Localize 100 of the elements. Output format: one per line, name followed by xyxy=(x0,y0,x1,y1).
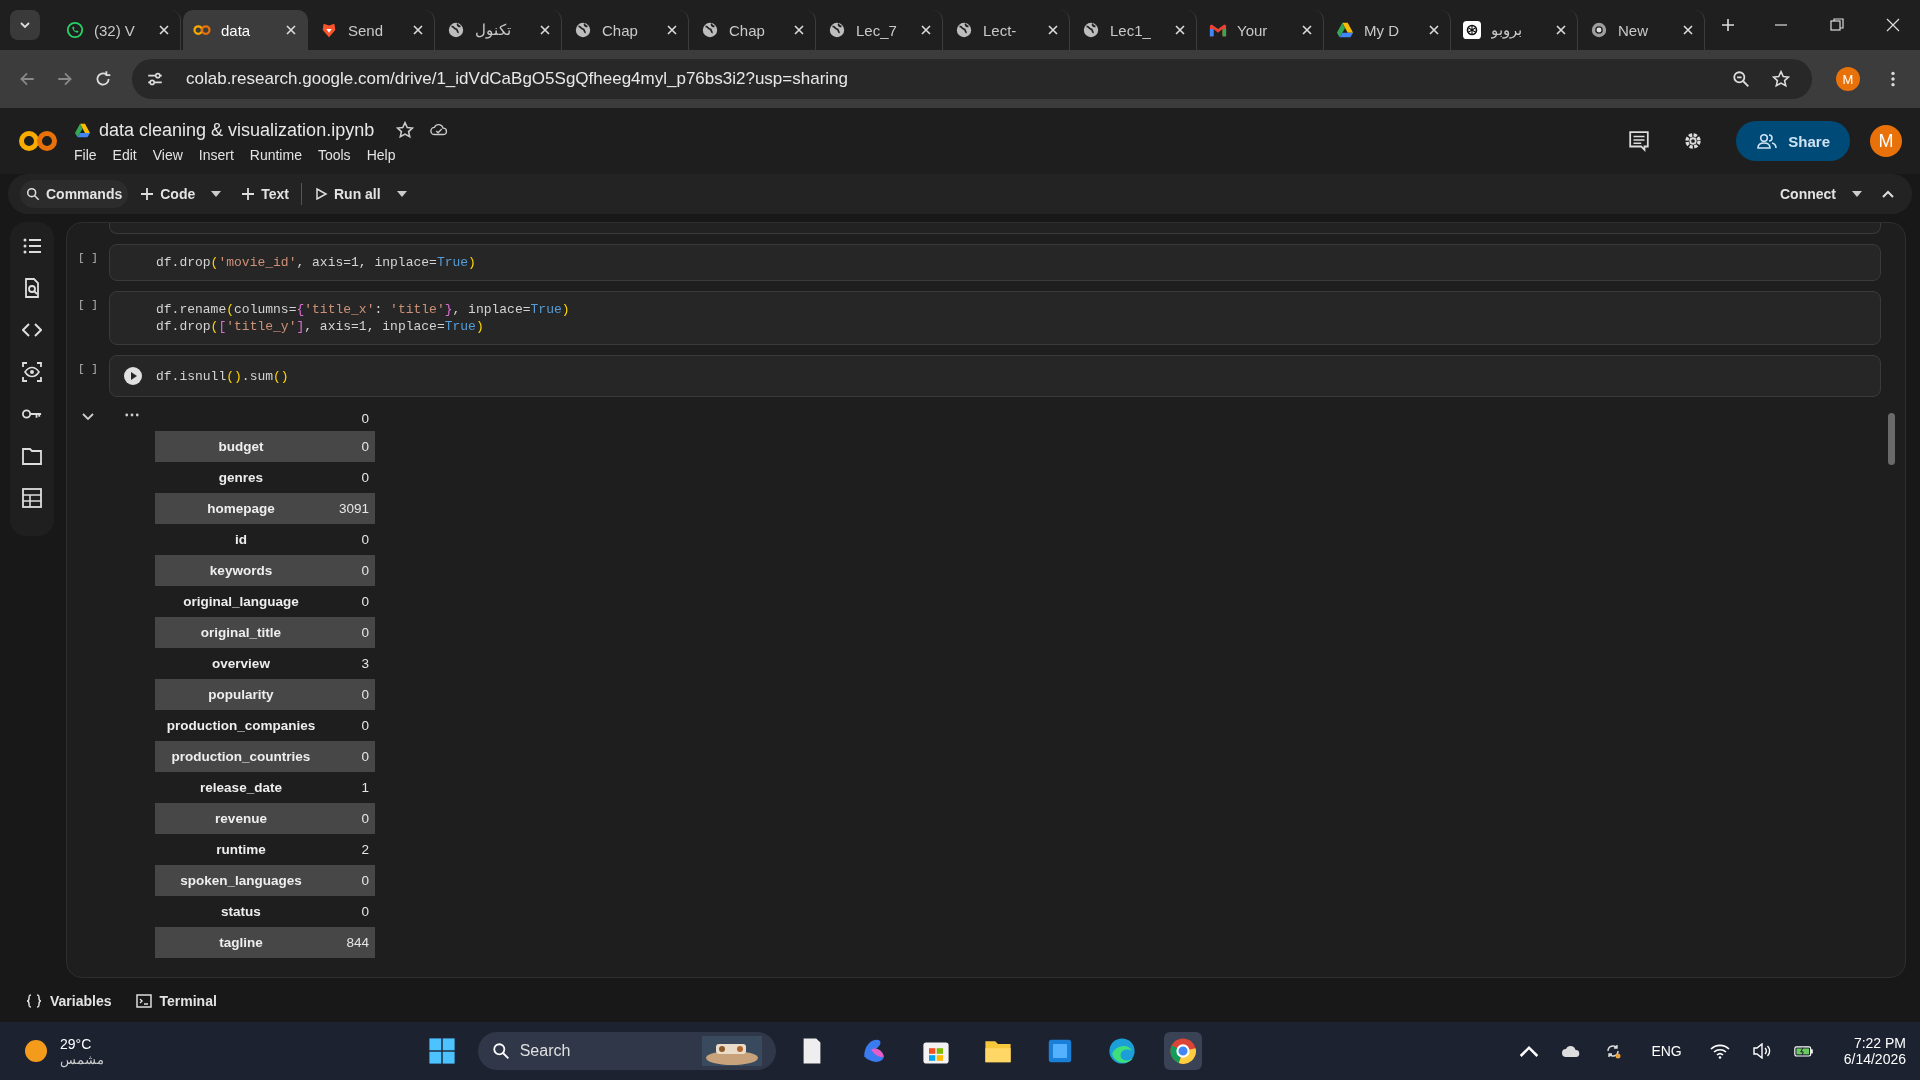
scrollbar-thumb[interactable] xyxy=(1888,413,1895,465)
add-code-button[interactable]: Code xyxy=(134,180,202,208)
chrome-logo-icon xyxy=(1590,21,1608,39)
site-settings-icon[interactable] xyxy=(146,70,164,88)
code-cell[interactable]: df.isnull().sum() xyxy=(109,355,1881,397)
globe-icon xyxy=(447,21,465,39)
tab-title: data xyxy=(221,21,252,39)
execution-count: [ ] xyxy=(77,251,99,266)
menu-item[interactable]: Tools xyxy=(317,146,351,163)
tab-title: New xyxy=(1618,21,1649,39)
row-label: budget xyxy=(217,439,265,454)
menu-item[interactable]: File xyxy=(74,146,97,163)
run-all-button[interactable]: Run all xyxy=(308,180,387,208)
terminal-button[interactable]: Terminal xyxy=(131,989,221,1013)
weather-condition: مشمس xyxy=(60,1051,104,1067)
collapse-icon[interactable] xyxy=(1882,190,1894,198)
code-cell[interactable]: df.rename(columns={'title_x': 'title'}, inplace=True) df.drop(['title_y'], axis=1, inplace=True) xyxy=(109,291,1881,345)
eye-icon[interactable] xyxy=(22,362,42,382)
notebook-title[interactable]: data cleaning & visualization.ipynb xyxy=(99,119,375,141)
row-label: popularity xyxy=(207,687,275,702)
row-label: original_language xyxy=(182,594,300,609)
close-icon[interactable] xyxy=(1174,24,1186,36)
menu-item[interactable]: Help xyxy=(366,146,396,163)
close-icon[interactable] xyxy=(1555,24,1567,36)
menu-item[interactable]: Insert xyxy=(198,146,234,163)
close-icon[interactable] xyxy=(539,24,551,36)
close-icon[interactable] xyxy=(793,24,805,36)
table-cell-text: 0 xyxy=(360,439,370,454)
address-bar[interactable]: colab.research.google.com/drive/1_idVdCaBgO5SgQfheeg4myl_p76bs3i2?usp=sharing xyxy=(132,59,1812,99)
tab-search-button[interactable] xyxy=(10,10,40,40)
row-label: status xyxy=(220,904,262,919)
table-cell-text: 0 xyxy=(360,749,370,764)
table-cell-text: 0 xyxy=(360,687,370,702)
close-icon[interactable] xyxy=(1301,24,1313,36)
variables-button[interactable]: Variables xyxy=(22,989,116,1013)
close-icon[interactable] xyxy=(1047,24,1059,36)
close-icon[interactable] xyxy=(920,24,932,36)
chevron-down-icon xyxy=(19,19,31,31)
row-label: overview xyxy=(211,656,271,671)
globe-icon xyxy=(1082,21,1100,39)
chrome-logo-icon[interactable] xyxy=(1163,1032,1202,1070)
row-label: keywords xyxy=(208,563,274,578)
clock-time[interactable]: 7:22 PM xyxy=(1853,1035,1906,1051)
braces-icon xyxy=(26,993,42,1009)
run-cell-button[interactable] xyxy=(123,366,143,386)
row-label: production_companies xyxy=(165,718,317,733)
code-cell[interactable] xyxy=(109,223,1881,234)
caret-icon[interactable] xyxy=(211,191,222,197)
restore-icon[interactable] xyxy=(1830,18,1844,32)
sun-icon[interactable] xyxy=(24,1039,48,1063)
clock-date[interactable]: 6/14/2026 xyxy=(1843,1051,1906,1067)
commands-button[interactable]: Commands xyxy=(20,180,129,208)
zoom-icon[interactable] xyxy=(1732,70,1750,88)
browser-tab[interactable]: data xyxy=(183,10,308,50)
star-icon[interactable] xyxy=(396,121,415,139)
tab-title: (32) V xyxy=(94,21,136,39)
menu-item[interactable]: View xyxy=(152,146,183,163)
close-icon[interactable] xyxy=(285,24,297,36)
tab-title: Send xyxy=(348,21,385,39)
caret-icon[interactable] xyxy=(396,191,407,197)
close-icon[interactable] xyxy=(1886,18,1900,32)
colab-logo-icon[interactable] xyxy=(18,129,58,153)
document-search-icon[interactable] xyxy=(22,278,42,298)
triangle-logo-icon xyxy=(1336,21,1354,39)
connect-button[interactable]: Connect xyxy=(1774,180,1842,208)
output-actions-icon[interactable] xyxy=(125,413,139,417)
row-label: spoken_languages xyxy=(179,873,303,888)
table-cell-text: 0 xyxy=(360,470,370,485)
tab-title: My D xyxy=(1364,21,1400,39)
taskbar-search[interactable]: Search xyxy=(477,1032,776,1070)
temperature: 29°C xyxy=(60,1035,93,1052)
table-icon[interactable] xyxy=(22,488,42,508)
close-icon[interactable] xyxy=(412,24,424,36)
list-icon[interactable] xyxy=(22,236,42,256)
caret-icon[interactable] xyxy=(1852,191,1862,197)
language-indicator[interactable]: ENG xyxy=(1639,1043,1694,1059)
add-text-button[interactable]: Text xyxy=(235,180,295,208)
globe-icon xyxy=(828,21,846,39)
table-cell-text: 0 xyxy=(360,532,370,547)
people-icon xyxy=(1756,133,1779,149)
menu-item[interactable]: Edit xyxy=(112,146,137,163)
close-icon[interactable] xyxy=(158,24,170,36)
triangle-logo-icon xyxy=(74,122,91,138)
close-icon[interactable] xyxy=(666,24,678,36)
table-cell-text: 0 xyxy=(360,873,370,888)
share-button[interactable]: Share xyxy=(1736,121,1850,161)
execution-count: [ ] xyxy=(77,362,99,377)
close-icon[interactable] xyxy=(1682,24,1694,36)
plus-icon[interactable] xyxy=(1721,18,1735,32)
star-icon[interactable] xyxy=(1772,70,1790,88)
table-cell-text: 0 xyxy=(360,594,370,609)
comment-icon[interactable] xyxy=(1628,130,1651,152)
table-cell-text: 1 xyxy=(360,780,370,795)
close-icon[interactable] xyxy=(1428,24,1440,36)
table-cell-text: 3 xyxy=(360,656,370,671)
folder-icon[interactable] xyxy=(22,446,42,466)
row-label: genres xyxy=(217,470,265,485)
collapse-output-icon[interactable] xyxy=(82,413,94,421)
menu-item[interactable]: Runtime xyxy=(249,146,302,163)
code-cell[interactable]: df.drop('movie_id', axis=1, inplace=True) xyxy=(109,244,1881,281)
